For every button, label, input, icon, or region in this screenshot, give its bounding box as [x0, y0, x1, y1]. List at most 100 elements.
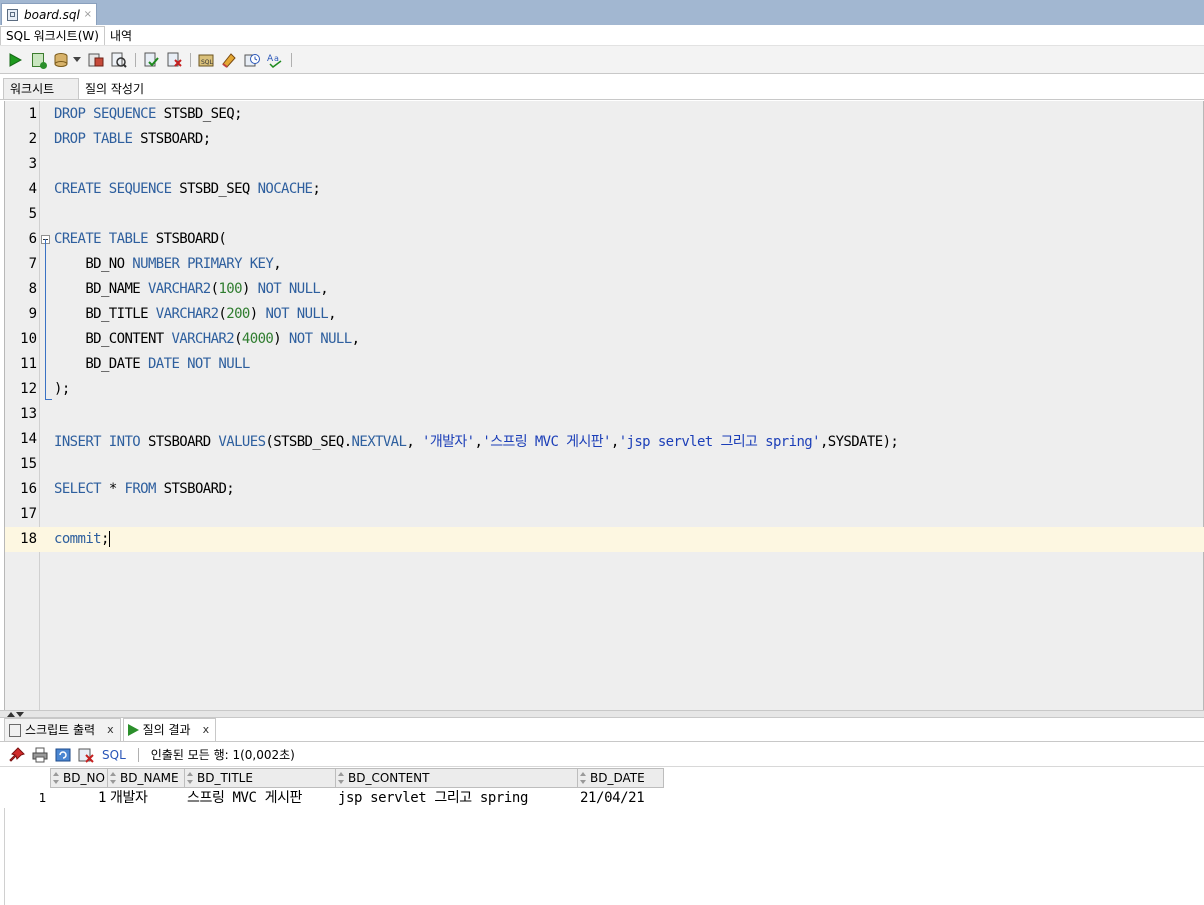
line-number: 10	[20, 331, 37, 347]
pin-button[interactable]	[8, 746, 26, 764]
chevron-down-icon[interactable]	[73, 57, 81, 62]
line-number: 12	[20, 381, 37, 397]
code-text[interactable]: BD_CONTENT VARCHAR2(4000) NOT NULL,	[54, 331, 360, 347]
sql-tuning-button[interactable]: SQL	[197, 51, 215, 69]
code-line[interactable]: 4 CREATE SEQUENCE STSBD_SEQ NOCACHE;	[5, 177, 1204, 202]
code-line[interactable]: 7 BD_NO NUMBER PRIMARY KEY,	[5, 252, 1204, 277]
clear-button[interactable]	[220, 51, 238, 69]
line-number: 4	[28, 181, 37, 197]
table-row[interactable]: 1 1 개발자 스프링 MVC 게시판 jsp servlet 그리고 spri…	[4, 788, 664, 808]
collapse-up-icon[interactable]	[7, 712, 15, 717]
close-icon[interactable]: x	[203, 719, 210, 741]
panel-splitter[interactable]	[0, 710, 1204, 718]
code-text[interactable]: DROP TABLE STSBOARD;	[54, 131, 211, 147]
column-header-bd-name[interactable]: BD_NAME	[108, 768, 185, 788]
run-statement-button[interactable]	[6, 51, 24, 69]
code-text[interactable]: CREATE SEQUENCE STSBD_SEQ NOCACHE;	[54, 181, 321, 197]
tab-sql-worksheet[interactable]: SQL 워크시트(W)	[0, 26, 105, 45]
play-icon	[9, 52, 22, 67]
file-tab-strip: board.sql ×	[0, 0, 1204, 25]
code-text[interactable]: CREATE TABLE STSBOARD(	[54, 231, 227, 247]
code-line[interactable]: 3	[5, 152, 1204, 177]
tab-worksheet[interactable]: 워크시트	[3, 78, 79, 99]
run-script-button[interactable]	[29, 51, 47, 69]
magnifier-doc-icon	[111, 52, 127, 68]
code-line[interactable]: 11 BD_DATE DATE NOT NULL	[5, 352, 1204, 377]
file-tab-label: board.sql	[24, 7, 80, 22]
cell-bd-name[interactable]: 개발자	[108, 788, 185, 808]
code-line[interactable]: 9 BD_TITLE VARCHAR2(200) NOT NULL,	[5, 302, 1204, 327]
column-header-bd-no[interactable]: BD_NO	[50, 768, 108, 788]
file-tab-board-sql[interactable]: board.sql ×	[1, 3, 97, 25]
code-text[interactable]: BD_NO NUMBER PRIMARY KEY,	[54, 256, 281, 272]
code-line[interactable]: 10 BD_CONTENT VARCHAR2(4000) NOT NULL,	[5, 327, 1204, 352]
format-button[interactable]: Aa	[266, 51, 284, 69]
code-line[interactable]: 16 SELECT * FROM STSBOARD;	[5, 477, 1204, 502]
tab-query-result[interactable]: 질의 결과 x	[122, 718, 217, 741]
eraser-icon	[222, 52, 236, 68]
worksheet-mode-tabs: 워크시트 질의 작성기	[0, 75, 1204, 100]
column-header-bd-date[interactable]: BD_DATE	[578, 768, 664, 788]
collapse-down-icon[interactable]	[16, 712, 24, 717]
code-line[interactable]: 8 BD_NAME VARCHAR2(100) NOT NULL,	[5, 277, 1204, 302]
refresh-button[interactable]	[54, 746, 72, 764]
commit-db-button[interactable]	[52, 51, 70, 69]
code-line[interactable]: 5	[5, 202, 1204, 227]
tab-query-builder[interactable]: 질의 작성기	[79, 79, 150, 99]
print-button[interactable]	[31, 746, 49, 764]
code-line[interactable]: 14 INSERT INTO STSBOARD VALUES(STSBD_SEQ.…	[5, 427, 1204, 452]
commit-icon	[144, 52, 159, 66]
rollback-icon	[167, 52, 182, 67]
line-number: 15	[20, 456, 37, 472]
code-text[interactable]: BD_DATE DATE NOT NULL	[54, 356, 250, 372]
sort-icon	[338, 772, 344, 784]
commit-button[interactable]	[142, 51, 160, 69]
pin-icon	[9, 746, 25, 762]
code-line[interactable]: 18 commit;	[5, 527, 1204, 552]
code-line[interactable]: 2 DROP TABLE STSBOARD;	[5, 127, 1204, 152]
toolbar-separator	[190, 52, 191, 67]
autotrace-button[interactable]	[110, 51, 128, 69]
cancel-fetch-button[interactable]	[77, 746, 95, 764]
row-number[interactable]: 1	[4, 788, 50, 808]
result-toolbar: SQL 인출된 모든 행: 1(0,002초)	[0, 743, 1204, 767]
result-grid[interactable]: BD_NO BD_NAME BD_TITLE BD_CONTENT BD_DAT…	[4, 768, 1204, 905]
sql-link[interactable]: SQL	[102, 748, 126, 762]
close-icon[interactable]: x	[107, 719, 114, 741]
cell-bd-no[interactable]: 1	[50, 788, 108, 808]
tab-script-output[interactable]: 스크립트 출력 x	[4, 718, 121, 741]
file-tab-close-icon[interactable]: ×	[84, 9, 92, 20]
code-text[interactable]: );	[54, 381, 70, 397]
cell-bd-title[interactable]: 스프링 MVC 게시판	[185, 788, 336, 808]
play-icon	[127, 724, 139, 736]
code-line[interactable]: 17	[5, 502, 1204, 527]
code-line[interactable]: 6 CREATE TABLE STSBOARD(	[5, 227, 1204, 252]
line-number: 1	[28, 106, 37, 122]
code-text[interactable]: commit;	[54, 531, 110, 547]
svg-text:A: A	[267, 54, 274, 64]
column-header-bd-content[interactable]: BD_CONTENT	[336, 768, 578, 788]
grid-header: BD_NO BD_NAME BD_TITLE BD_CONTENT BD_DAT…	[4, 768, 664, 788]
code-line[interactable]: 15	[5, 452, 1204, 477]
column-header-bd-title[interactable]: BD_TITLE	[185, 768, 336, 788]
code-text[interactable]: DROP SEQUENCE STSBD_SEQ;	[54, 106, 243, 122]
rollback-button[interactable]	[165, 51, 183, 69]
tab-history[interactable]: 내역	[105, 27, 137, 45]
code-text[interactable]: INSERT INTO STSBOARD VALUES(STSBD_SEQ.NE…	[54, 431, 899, 451]
explain-plan-icon	[88, 53, 104, 66]
code-text[interactable]: SELECT * FROM STSBOARD;	[54, 481, 235, 497]
code-line[interactable]: 1 DROP SEQUENCE STSBD_SEQ;	[5, 102, 1204, 127]
sql-editor[interactable]: 1 DROP SEQUENCE STSBD_SEQ; 2 DROP TABLE STS…	[4, 101, 1204, 710]
history-icon	[244, 53, 260, 66]
history-button[interactable]	[243, 51, 261, 69]
explain-plan-button[interactable]	[87, 51, 105, 69]
code-text[interactable]: BD_NAME VARCHAR2(100) NOT NULL,	[54, 281, 328, 297]
worksheet-subtabs: SQL 워크시트(W) 내역	[0, 25, 1204, 46]
line-number: 17	[20, 506, 37, 522]
code-text[interactable]: BD_TITLE VARCHAR2(200) NOT NULL,	[54, 306, 336, 322]
line-number: 11	[20, 356, 37, 372]
code-line[interactable]: 12);	[5, 377, 1204, 402]
cell-bd-date[interactable]: 21/04/21	[578, 788, 664, 808]
code-line[interactable]: 13	[5, 402, 1204, 427]
cell-bd-content[interactable]: jsp servlet 그리고 spring	[336, 788, 578, 808]
